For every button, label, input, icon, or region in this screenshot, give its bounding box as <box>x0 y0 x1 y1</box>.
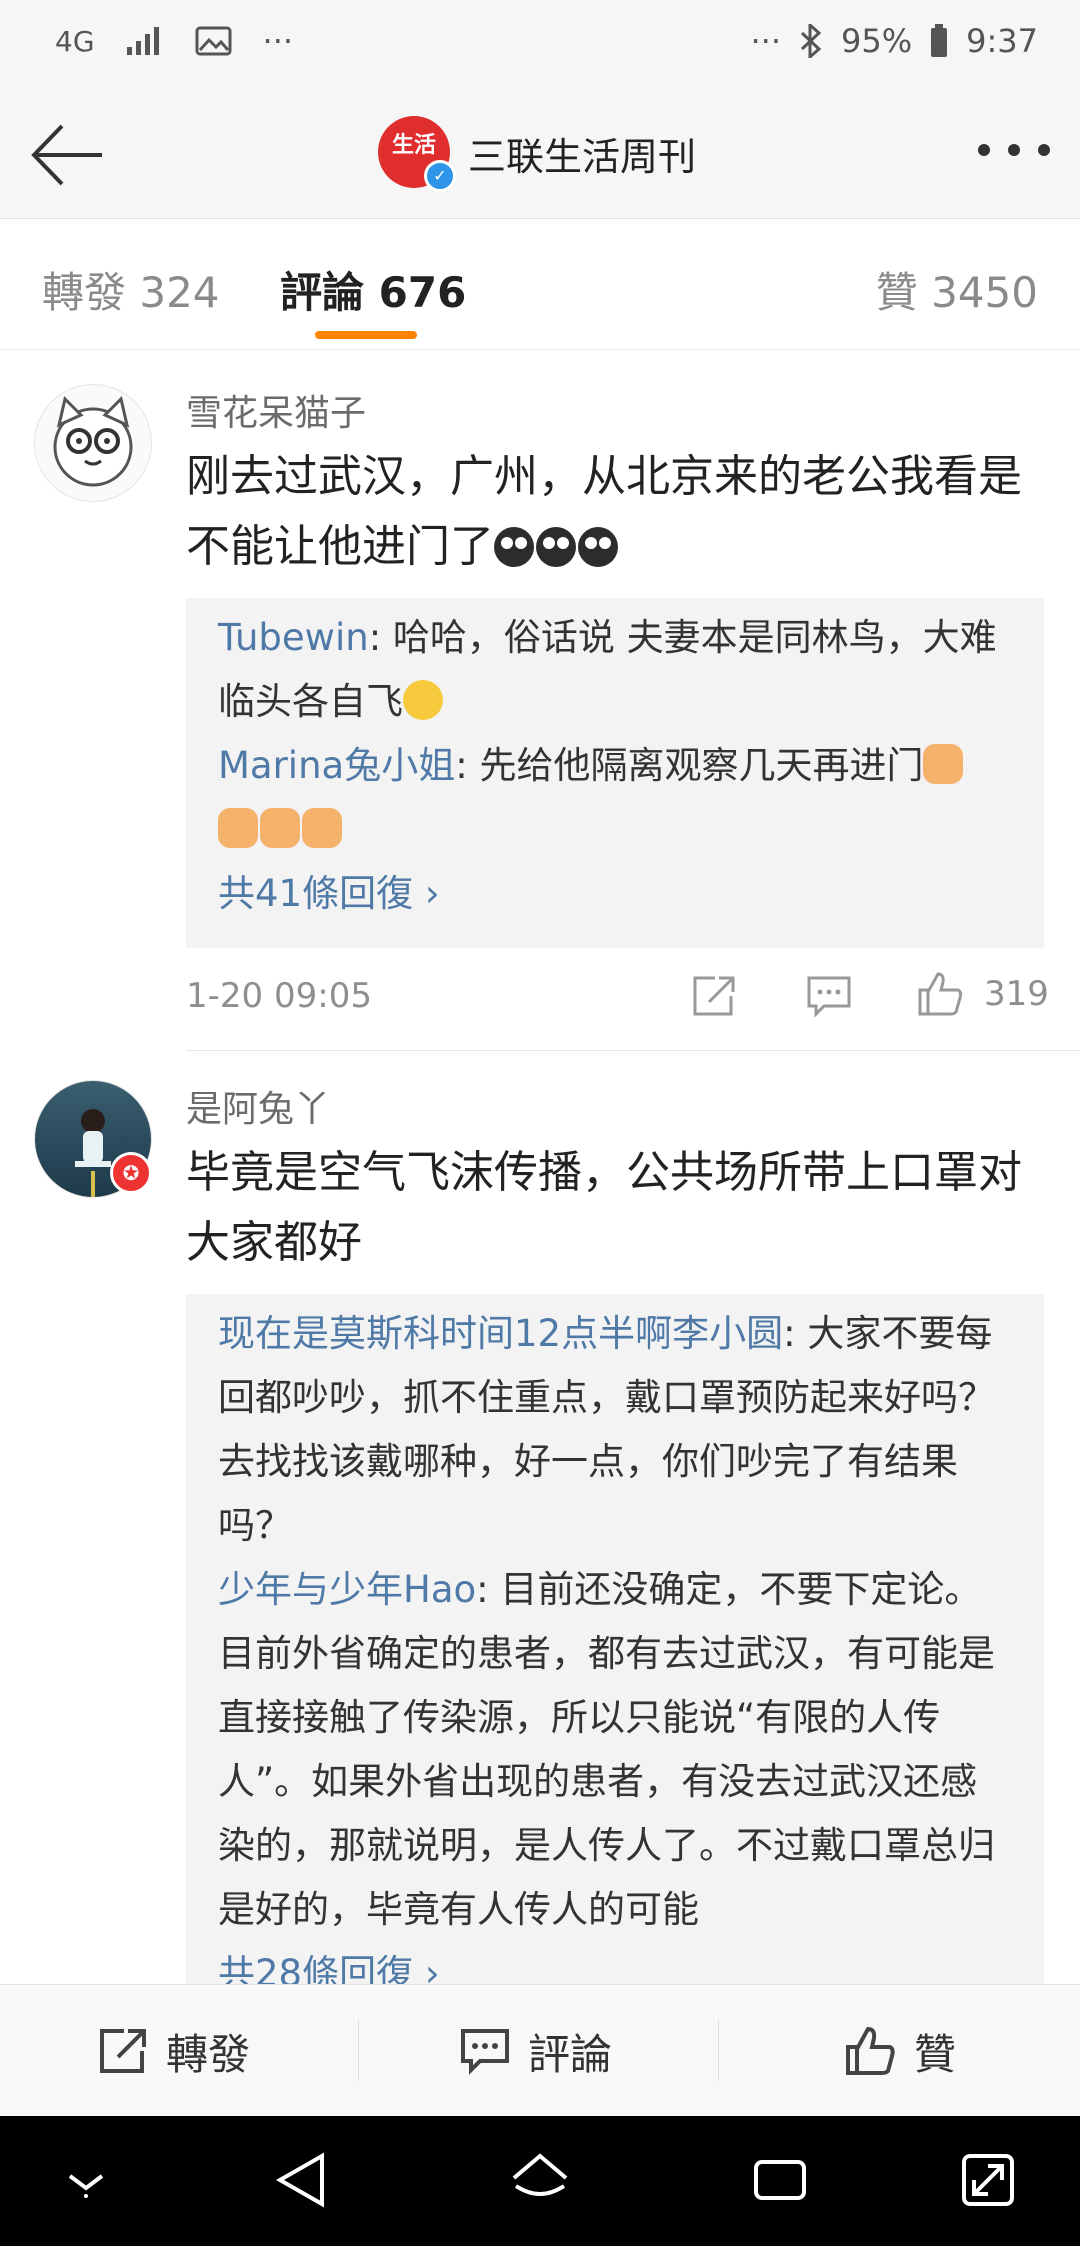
comment-bubble-icon <box>461 2029 509 2075</box>
view-all-replies-link[interactable]: 共41條回復 › <box>218 862 1012 926</box>
cat-emoji-icon <box>923 744 964 784</box>
comment-button[interactable]: 評論 <box>460 1985 612 2117</box>
cat-emoji-icon <box>218 808 258 848</box>
tab-repost[interactable]: 轉發 324 <box>42 259 220 320</box>
back-button[interactable] <box>28 120 108 190</box>
tab-bar: 轉發 324 評論 676 贊 3450 <box>0 219 1080 350</box>
app-header: 生活 ✓ 三联生活周刊 <box>0 92 1080 219</box>
reply-author[interactable]: 现在是莫斯科时间12点半啊李小圆 <box>218 1312 783 1355</box>
bottom-action-bar: 轉發 評論 贊 <box>0 1984 1080 2117</box>
reply-item: 少年与少年Hao: 目前还没确定，不要下定论。目前外省确定的患者，都有去过武汉，… <box>218 1558 1012 1942</box>
bar-separator <box>358 2019 359 2081</box>
tab-like[interactable]: 贊 3450 <box>876 259 1038 320</box>
comment-bubble-icon <box>807 976 851 1018</box>
comment-meta: 1-20 09:05 319 <box>186 970 1049 1030</box>
verified-badge-icon: ✓ <box>424 160 456 192</box>
share-icon <box>100 2029 146 2073</box>
network-type: 4G <box>55 24 95 58</box>
active-tab-indicator <box>315 331 417 339</box>
reply-author[interactable]: Marina兔小姐 <box>218 744 455 787</box>
laughing-emoji-icon <box>403 680 443 720</box>
expand-icon <box>962 2154 1014 2206</box>
page-title[interactable]: 三联生活周刊 <box>468 126 696 181</box>
comment-text: 毕竟是空气飞沫传播，公共场所带上口罩对大家都好 <box>186 1147 1022 1268</box>
recent-apps-icon <box>754 2160 806 2200</box>
signal-icon <box>125 25 165 57</box>
home-nav-button[interactable] <box>510 2152 570 2212</box>
chevron-down-icon <box>68 2174 104 2198</box>
cat-avatar-icon <box>53 396 133 487</box>
comment-time: 1-20 09:05 <box>186 976 372 1016</box>
crying-emoji-icon <box>578 527 618 567</box>
system-navigation-bar <box>0 2116 1080 2246</box>
bar-separator <box>718 2019 719 2081</box>
account-avatar[interactable]: 生活 ✓ <box>378 116 456 192</box>
reply-author[interactable]: Tubewin <box>218 616 369 659</box>
cat-emoji-icon <box>302 808 342 848</box>
reply-item: Marina兔小姐: 先给他隔离观察几天再进门 <box>218 734 1012 862</box>
comment-username[interactable]: 是阿兔丫 <box>186 1080 330 1132</box>
comment-text: 刚去过武汉，广州，从北京来的老公我看是不能让他进门了 <box>186 442 1046 582</box>
triangle-back-icon <box>275 2152 324 2208</box>
more-notifications-icon: ··· <box>262 22 294 60</box>
expand-screen-button[interactable] <box>960 2152 1016 2212</box>
weibo-badge-icon: ✪ <box>110 1152 152 1194</box>
reply-text: : 先给他隔离观察几天再进门 <box>455 744 924 787</box>
status-bar: 4G ··· ··· 95% 9:37 <box>0 0 1080 92</box>
comment-label: 評論 <box>528 2029 613 2079</box>
battery-icon <box>930 24 948 58</box>
like-comment-button[interactable]: 319 <box>916 970 1049 1018</box>
reply-item: 现在是莫斯科时间12点半啊李小圆: 大家不要每回都吵吵，抓不住重点，戴口罩预防起… <box>218 1302 1012 1558</box>
like-button[interactable]: 贊 <box>844 1985 956 2117</box>
crying-emoji-icon <box>536 527 576 567</box>
reply-text: : 目前还没确定，不要下定论。目前外省确定的患者，都有去过武汉，有可能是直接接触… <box>218 1568 995 1931</box>
repost-comment-button[interactable] <box>691 974 737 1027</box>
crying-emoji-icon <box>494 527 534 567</box>
battery-percent: 95% <box>841 22 913 60</box>
comment-divider <box>186 1050 1080 1051</box>
avatar[interactable] <box>34 384 152 502</box>
back-arrow-icon <box>31 124 102 186</box>
home-icon <box>512 2153 568 2196</box>
repost-button[interactable]: 轉發 <box>98 1985 250 2117</box>
logo-text: 生活 <box>391 133 436 158</box>
thumbs-up-icon <box>918 972 963 1016</box>
like-count: 319 <box>984 974 1049 1014</box>
thumbs-up-icon <box>846 2026 895 2075</box>
more-options-button[interactable] <box>976 132 1052 168</box>
comment-username[interactable]: 雪花呆猫子 <box>186 384 366 436</box>
repost-label: 轉發 <box>166 2029 251 2079</box>
reply-item: Tubewin: 哈哈，俗话说 夫妻本是同林鸟，大难临头各自飞 <box>218 606 1012 734</box>
more-dots-icon <box>978 144 1050 156</box>
back-nav-button[interactable] <box>274 2152 326 2212</box>
like-label: 贊 <box>914 2029 957 2079</box>
cat-emoji-icon <box>260 808 300 848</box>
clock: 9:37 <box>966 22 1038 60</box>
reply-preview-box[interactable]: Tubewin: 哈哈，俗话说 夫妻本是同林鸟，大难临头各自飞 Marina兔小… <box>186 598 1044 948</box>
recent-apps-button[interactable] <box>752 2152 808 2212</box>
reply-author[interactable]: 少年与少年Hao <box>218 1568 476 1611</box>
share-icon <box>693 976 735 1016</box>
reply-comment-button[interactable] <box>806 974 852 1027</box>
hide-keyboard-button[interactable] <box>64 2168 108 2202</box>
bluetooth-icon <box>799 24 823 58</box>
more-status-icon: ··· <box>750 22 782 60</box>
reply-preview-box[interactable]: 现在是莫斯科时间12点半啊李小圆: 大家不要每回都吵吵，抓不住重点，戴口罩预防起… <box>186 1294 1044 1995</box>
image-notification-icon <box>195 25 233 57</box>
